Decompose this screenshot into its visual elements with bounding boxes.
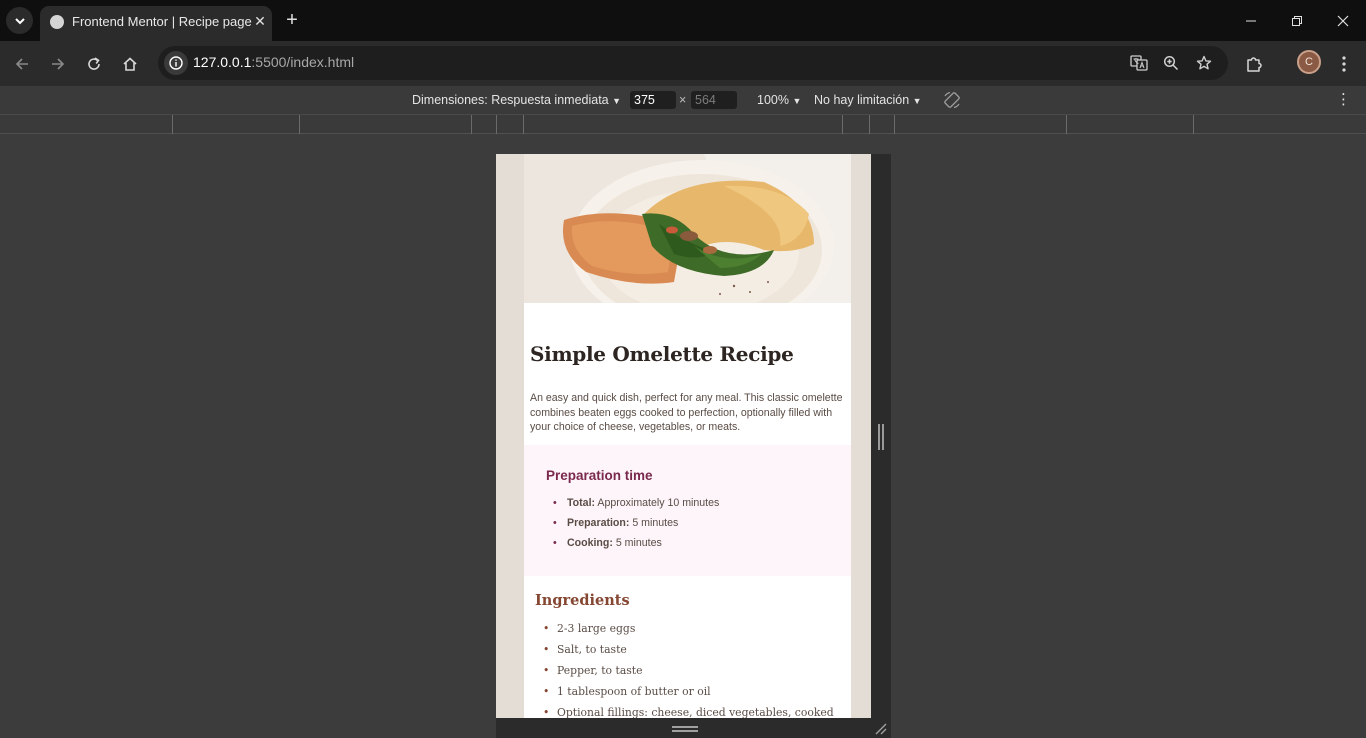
url-path: :5500/index.html <box>251 54 355 70</box>
list-item: Salt, to taste <box>543 643 834 657</box>
ruler-tick <box>1066 115 1067 134</box>
dropdown-arrow-icon: ▼ <box>612 96 622 106</box>
favicon-icon <box>50 15 64 29</box>
restore-button[interactable] <box>1274 0 1320 41</box>
ruler-tick <box>842 115 843 134</box>
dimension-separator: × <box>679 93 687 107</box>
dropdown-arrow-icon: ▼ <box>912 96 922 106</box>
translate-button[interactable] <box>1127 51 1151 75</box>
recipe-description: An easy and quick dish, perfect for any … <box>530 392 843 433</box>
omelette-image <box>524 154 851 303</box>
reload-icon <box>88 57 100 70</box>
prep-value: 5 minutes <box>612 536 662 549</box>
prep-label: Total: <box>567 497 596 509</box>
reload-button[interactable] <box>81 51 107 77</box>
preparation-list: Total: Approximately 10 minutes Preparat… <box>553 496 720 555</box>
list-item: 2-3 large eggs <box>543 622 834 636</box>
recipe-title: Simple Omelette Recipe <box>530 342 794 366</box>
puzzle-icon <box>1247 57 1262 72</box>
list-item: Pepper, to taste <box>543 664 834 678</box>
height-input[interactable]: 564 <box>691 91 737 109</box>
info-icon <box>169 56 183 70</box>
device-toolbar: Dimensiones: Respuesta inmediata ▼ 375 ×… <box>0 86 1366 114</box>
close-window-button[interactable] <box>1320 0 1366 41</box>
ruler-tick <box>496 115 497 134</box>
device-bottom-bar <box>496 718 891 738</box>
home-button[interactable] <box>117 51 143 77</box>
preparation-heading: Preparation time <box>546 468 653 483</box>
ruler-tick <box>471 115 472 134</box>
zoom-label: 100% <box>757 93 789 107</box>
dimensions-label: Dimensiones: Respuesta inmediata <box>412 93 609 107</box>
tab-search-button[interactable] <box>6 7 33 34</box>
site-info-button[interactable] <box>164 51 188 75</box>
browser-toolbar: 127.0.0.1:5500/index.html C <box>0 41 1366 86</box>
throttling-dropdown[interactable]: No hay limitación ▼ <box>814 93 922 107</box>
back-arrow-icon <box>15 58 28 70</box>
active-tab[interactable]: Frontend Mentor | Recipe page ✕ <box>40 6 272 41</box>
prep-value: 5 minutes <box>629 516 679 529</box>
omelette-illustration <box>524 154 851 303</box>
ingredients-heading: Ingredients <box>535 592 630 609</box>
rotate-icon[interactable] <box>942 90 962 110</box>
zoom-dropdown[interactable]: 100% ▼ <box>757 93 801 107</box>
device-viewport[interactable]: Simple Omelette Recipe An easy and quick… <box>496 154 871 718</box>
back-button[interactable] <box>9 51 35 77</box>
dropdown-arrow-icon: ▼ <box>792 96 802 106</box>
profile-avatar[interactable]: C <box>1297 50 1321 74</box>
prep-label: Cooking: <box>567 536 613 549</box>
device-more-icon[interactable]: ⋮ <box>1336 90 1351 108</box>
ruler-tick <box>172 115 173 134</box>
url-host: 127.0.0.1 <box>193 54 252 70</box>
zoom-button[interactable] <box>1159 51 1183 75</box>
prep-label: Preparation: <box>567 516 630 529</box>
bookmark-button[interactable] <box>1192 51 1216 75</box>
list-item: Preparation: 5 minutes <box>553 516 719 530</box>
translate-icon <box>1130 55 1148 71</box>
new-tab-button[interactable]: + <box>280 9 304 33</box>
home-icon <box>123 57 137 71</box>
list-item: Optional fillings: cheese, diced vegetab… <box>543 706 834 718</box>
tab-title: Frontend Mentor | Recipe page <box>72 14 252 29</box>
url-text[interactable]: 127.0.0.1:5500/index.html <box>193 54 354 70</box>
tab-close-icon[interactable]: ✕ <box>250 11 270 31</box>
forward-button[interactable] <box>45 51 71 77</box>
ruler-tick <box>1193 115 1194 134</box>
address-bar[interactable]: 127.0.0.1:5500/index.html <box>158 46 1228 80</box>
recipe-card: Simple Omelette Recipe An easy and quick… <box>524 154 851 718</box>
extensions-button[interactable] <box>1241 51 1267 77</box>
minimize-button[interactable] <box>1228 0 1274 41</box>
prep-value: Approximately 10 minutes <box>595 497 720 509</box>
ruler-tick <box>299 115 300 134</box>
list-item: Cooking: 5 minutes <box>553 536 719 550</box>
list-item: Total: Approximately 10 minutes <box>553 496 720 510</box>
list-item: 1 tablespoon of butter or oil <box>543 685 834 699</box>
forward-arrow-icon <box>52 58 65 70</box>
close-icon <box>1337 15 1349 26</box>
zoom-icon <box>1163 55 1179 71</box>
height-resize-handle[interactable] <box>672 726 698 732</box>
ruler-tick <box>894 115 895 134</box>
kebab-menu-icon <box>1342 56 1346 72</box>
ruler-tick <box>869 115 870 134</box>
restore-icon <box>1292 15 1302 26</box>
media-query-ruler <box>0 114 1366 134</box>
chevron-down-icon <box>14 17 25 24</box>
browser-menu-button[interactable] <box>1331 51 1357 77</box>
dimensions-dropdown[interactable]: Dimensiones: Respuesta inmediata ▼ <box>412 93 621 107</box>
ingredients-list: 2-3 large eggs Salt, to taste Pepper, to… <box>543 622 834 718</box>
ruler-tick <box>523 115 524 134</box>
width-resize-handle[interactable] <box>878 424 884 450</box>
preparation-time-box: Preparation time Total: Approximately 10… <box>524 445 851 576</box>
throttling-label: No hay limitación <box>814 93 910 107</box>
star-icon <box>1196 55 1212 70</box>
minimize-icon <box>1246 20 1256 21</box>
tab-strip: Frontend Mentor | Recipe page ✕ + <box>0 0 1366 41</box>
corner-resize-icon[interactable] <box>872 720 888 736</box>
width-input[interactable]: 375 <box>630 91 676 109</box>
